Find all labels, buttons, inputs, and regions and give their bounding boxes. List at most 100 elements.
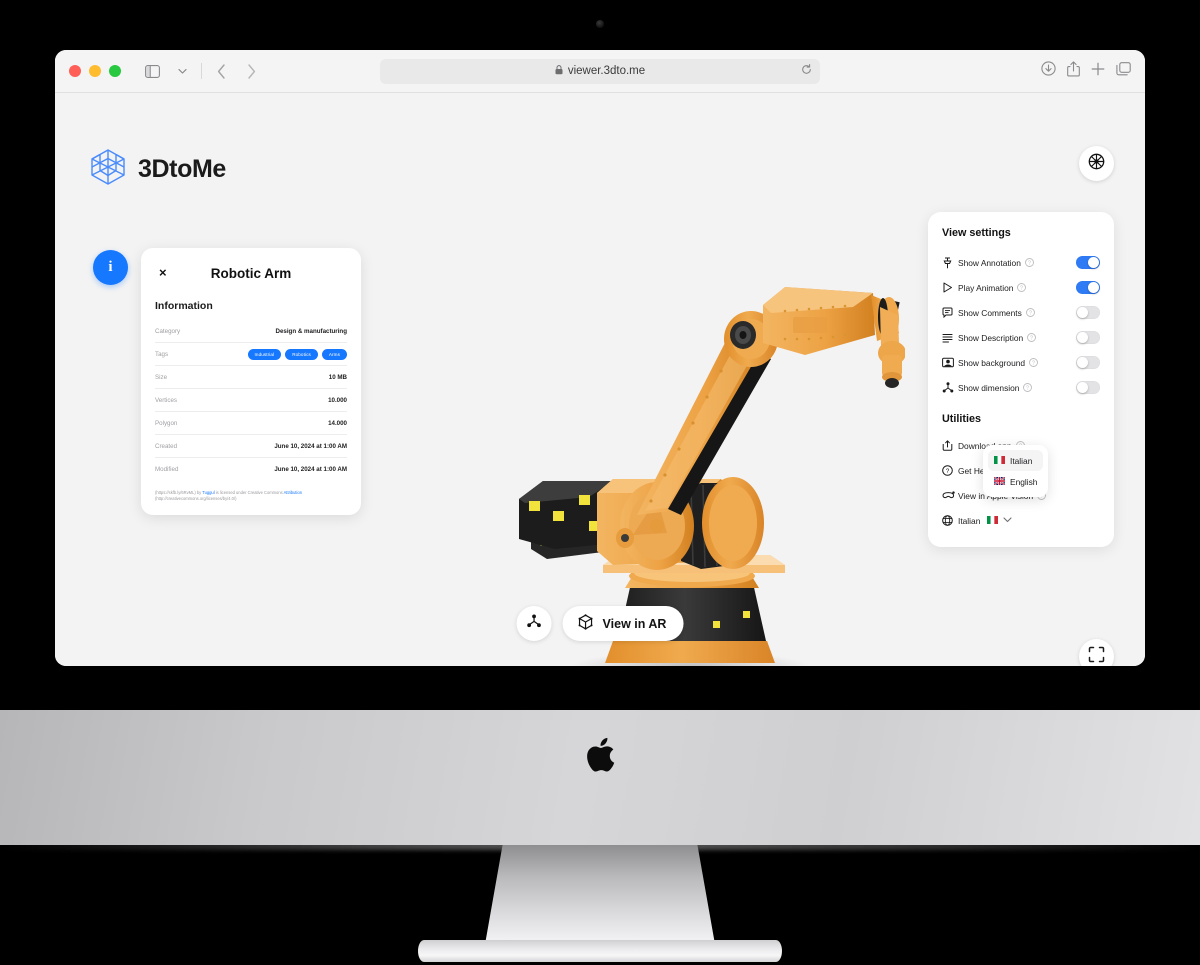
- toggle-show-annotation[interactable]: [1076, 255, 1100, 270]
- view-in-ar-button[interactable]: View in AR: [562, 606, 684, 641]
- tag-chip[interactable]: Industrial: [247, 348, 282, 360]
- ar-cube-icon: [577, 613, 595, 634]
- row-key: Tags: [155, 350, 169, 358]
- chevron-down-icon[interactable]: [1003, 516, 1012, 525]
- setting-show-comments[interactable]: Show Comments ?: [942, 300, 1100, 325]
- language-option-english[interactable]: English: [988, 471, 1043, 492]
- vision-pro-icon: [942, 491, 958, 500]
- minimize-window-button[interactable]: [89, 65, 101, 77]
- reload-icon[interactable]: [801, 64, 812, 78]
- language-option-label: Italian: [1010, 455, 1033, 466]
- language-dropdown-menu: Italian English: [983, 445, 1048, 497]
- svg-text:?: ?: [1027, 386, 1030, 392]
- credit-license-link[interactable]: Attribution: [284, 490, 302, 495]
- tab-overview-icon[interactable]: [1116, 61, 1131, 81]
- model-info-card: × Robotic Arm Information Category Desig…: [141, 248, 361, 515]
- info-row-polygon: Polygon 14.000: [155, 412, 347, 435]
- lines-icon: [942, 333, 958, 343]
- info-row-category: Category Design & manufacturing: [155, 320, 347, 343]
- row-key: Modified: [155, 466, 179, 473]
- setting-label: Show Annotation: [958, 257, 1021, 268]
- language-option-italian[interactable]: Italian: [988, 450, 1043, 471]
- question-mark-icon[interactable]: ?: [1023, 383, 1033, 392]
- toggle-knob: [1077, 381, 1089, 393]
- play-icon: [942, 282, 958, 293]
- setting-show-dimension[interactable]: Show dimension ?: [942, 375, 1100, 400]
- sidebar-icon[interactable]: [139, 59, 165, 83]
- info-toggle-button[interactable]: i: [93, 250, 128, 285]
- image-icon: [942, 357, 958, 368]
- info-row-created: Created June 10, 2024 at 1:00 AM: [155, 435, 347, 458]
- tag-chip[interactable]: Robotics: [285, 348, 318, 360]
- tag-list: Industrial Robotics Arms: [247, 348, 347, 360]
- info-row-size: Size 10 MB: [155, 366, 347, 389]
- row-value: 10 MB: [328, 373, 347, 381]
- info-row-vertices: Vertices 10.000: [155, 389, 347, 412]
- setting-label: Show Description: [958, 332, 1024, 343]
- view-settings-title: View settings: [942, 227, 1011, 239]
- comment-icon: [942, 307, 958, 318]
- maximize-window-button[interactable]: [109, 65, 121, 77]
- question-mark-icon[interactable]: ?: [1024, 258, 1034, 267]
- tag-chip[interactable]: Arms: [321, 348, 347, 360]
- info-row-modified: Modified June 10, 2024 at 1:00 AM: [155, 458, 347, 481]
- flag-italy-icon: [987, 515, 999, 526]
- language-option-label: English: [1010, 476, 1038, 487]
- setting-show-annotation[interactable]: Show Annotation ?: [942, 250, 1100, 275]
- fullscreen-button[interactable]: [1079, 639, 1114, 666]
- close-icon[interactable]: ×: [159, 265, 167, 280]
- download-icon[interactable]: [1041, 61, 1056, 81]
- address-bar[interactable]: viewer.3dto.me: [380, 58, 820, 84]
- row-key: Vertices: [155, 396, 178, 404]
- setting-label: Show dimension: [958, 382, 1020, 393]
- dimension-icon: [942, 382, 958, 393]
- plus-icon[interactable]: [1091, 62, 1105, 81]
- row-key: Size: [155, 373, 168, 381]
- lock-icon: [555, 64, 563, 78]
- close-window-button[interactable]: [69, 65, 81, 77]
- model-viewer: 3DtoMe i × Robotic Arm Information Categ…: [55, 93, 1145, 666]
- share-icon[interactable]: [1067, 60, 1080, 82]
- camera-dot: [596, 20, 604, 28]
- question-mark-icon[interactable]: ?: [1025, 308, 1035, 317]
- toggle-knob: [1087, 256, 1099, 268]
- forward-chevron-icon[interactable]: [238, 59, 264, 83]
- setting-label: Show Comments: [958, 307, 1022, 318]
- back-chevron-icon[interactable]: [208, 59, 234, 83]
- dimension-button[interactable]: [516, 606, 552, 641]
- info-icon: i: [108, 259, 113, 275]
- browser-window: viewer.3dto.me 3DtoMe i × Robotic Arm In…: [55, 50, 1145, 666]
- toggle-show-background[interactable]: [1076, 355, 1100, 370]
- setting-label: Show background: [958, 357, 1026, 368]
- svg-text:?: ?: [946, 468, 950, 475]
- viewer-bottom-controls: View in AR: [516, 606, 684, 641]
- sidebar-dropdown-icon[interactable]: [169, 59, 195, 83]
- robotic-arm-model[interactable]: [485, 243, 906, 666]
- address-bar-url: viewer.3dto.me: [567, 65, 646, 77]
- question-mark-icon[interactable]: ?: [1017, 283, 1027, 292]
- question-mark-icon[interactable]: ?: [1027, 333, 1037, 342]
- window-controls[interactable]: [69, 65, 121, 77]
- credit-author-link[interactable]: Tuggul: [202, 490, 214, 495]
- info-row-tags: Tags Industrial Robotics Arms: [155, 343, 347, 366]
- toggle-show-comments[interactable]: [1076, 305, 1100, 320]
- toggle-play-animation[interactable]: [1076, 280, 1100, 295]
- setting-show-description[interactable]: Show Description ?: [942, 325, 1100, 350]
- row-value: June 10, 2024 at 1:00 AM: [274, 466, 347, 473]
- toggle-show-dimension[interactable]: [1076, 380, 1100, 395]
- setting-show-background[interactable]: Show background ?: [942, 350, 1100, 375]
- row-value: Design & manufacturing: [275, 327, 347, 335]
- toggle-show-description[interactable]: [1076, 330, 1100, 345]
- download-box-icon: [942, 440, 958, 451]
- question-circle-icon: ?: [942, 465, 958, 476]
- model-title: Robotic Arm: [210, 265, 292, 281]
- setting-play-animation[interactable]: Play Animation ?: [942, 275, 1100, 300]
- language-selector[interactable]: Italian: [942, 508, 1100, 533]
- imac-stand-neck: [484, 845, 716, 950]
- browser-toolbar: viewer.3dto.me: [55, 50, 1145, 93]
- question-mark-icon[interactable]: ?: [1029, 358, 1038, 367]
- svg-text:?: ?: [1029, 311, 1032, 317]
- cube-wireframe-icon: [88, 147, 128, 192]
- settings-gear-button[interactable]: [1079, 146, 1114, 181]
- gear-icon: [1088, 153, 1105, 175]
